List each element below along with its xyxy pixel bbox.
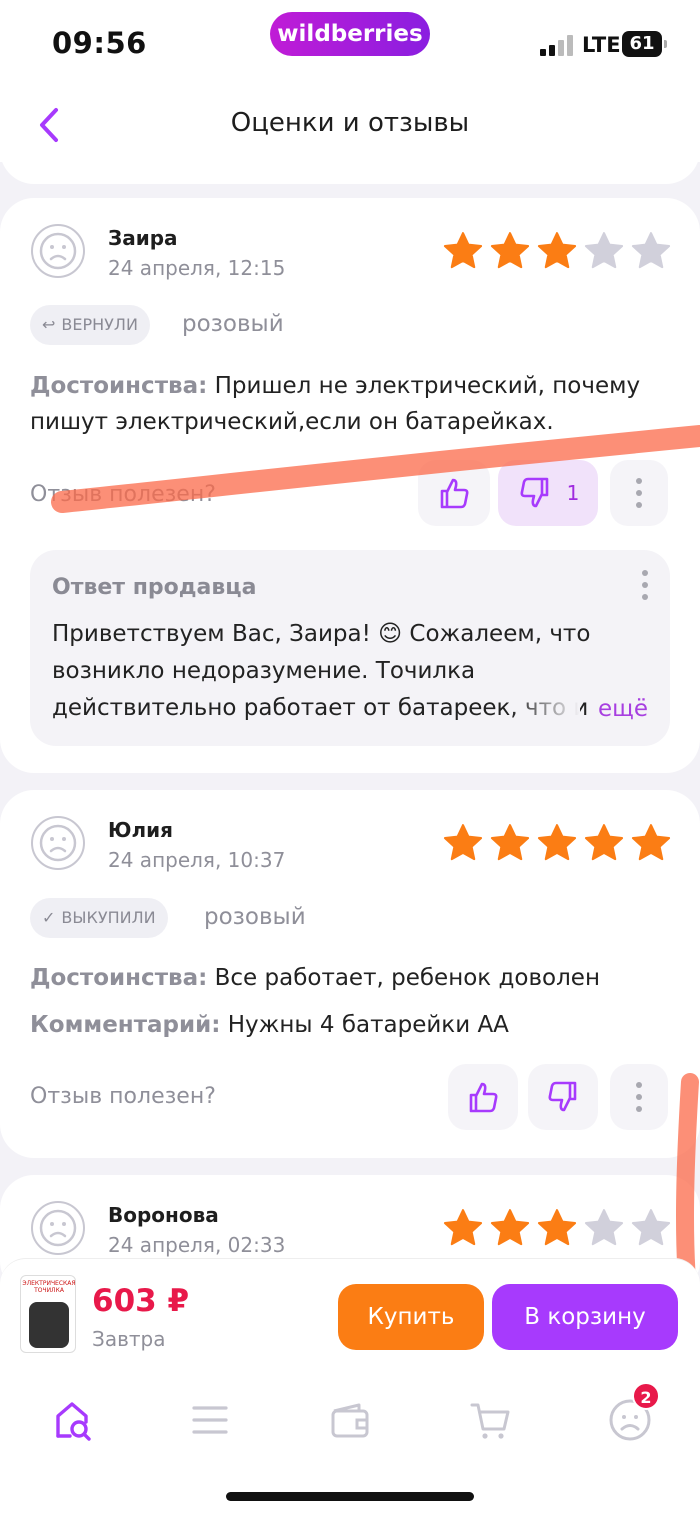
star-filled-icon [490, 232, 530, 269]
thumbs-down-icon [548, 1081, 577, 1112]
catalog-icon [192, 1406, 228, 1434]
comment-text: Нужны 4 батарейки АА [220, 1012, 509, 1038]
avatar-icon [31, 1201, 85, 1255]
product-image [29, 1302, 69, 1348]
signal-icon [540, 34, 576, 56]
delivery-date: Завтра [92, 1327, 166, 1351]
helpful-question: Отзыв полезен? [30, 482, 216, 507]
seller-reply: Ответ продавца Приветствуем Вас, Заира! … [30, 550, 670, 746]
star-filled-icon [631, 824, 671, 861]
star-filled-icon [443, 824, 483, 861]
previous-review-card [0, 150, 700, 184]
pros-text: Все работает, ребенок доволен [207, 965, 600, 991]
cart-icon [470, 1403, 510, 1439]
show-more-link[interactable]: ещё [598, 696, 648, 722]
thumbs-down-icon [520, 477, 548, 508]
product-thumbnail[interactable]: ЭЛЕКТРИЧЕСКАЯ ТОЧИЛКА [20, 1275, 76, 1353]
home-search-icon [56, 1402, 91, 1441]
review-date: 24 апреля, 02:33 [108, 1233, 286, 1257]
status-badge: ↩ ВЕРНУЛИ [30, 305, 150, 345]
star-filled-icon [537, 1209, 577, 1246]
battery-icon: 61 [622, 31, 667, 57]
rating-stars [442, 1207, 672, 1249]
review-author: Заира [108, 226, 178, 250]
dislike-button[interactable] [528, 1064, 598, 1130]
more-options-button[interactable] [610, 1064, 668, 1130]
rating-stars [442, 822, 672, 864]
star-empty-icon [584, 232, 624, 269]
thumbs-up-icon [469, 1082, 498, 1113]
star-filled-icon [490, 1209, 530, 1246]
review-pros: Достоинства: Все работает, ребенок довол… [30, 960, 670, 996]
tab-home[interactable] [42, 1390, 102, 1450]
product-thumbnail-label: ЭЛЕКТРИЧЕСКАЯ ТОЧИЛКА [22, 1280, 76, 1294]
like-button[interactable] [418, 460, 490, 526]
tab-cart[interactable] [460, 1390, 520, 1450]
review-author: Воронова [108, 1203, 219, 1227]
notification-badge: 2 [632, 1382, 660, 1410]
star-empty-icon [631, 232, 671, 269]
star-filled-icon [537, 232, 577, 269]
review-card: Заира 24 апреля, 12:15 ↩ ВЕРНУЛИ розовый… [0, 198, 700, 773]
star-filled-icon [584, 824, 624, 861]
purchase-bar: ЭЛЕКТРИЧЕСКАЯ ТОЧИЛКА 603 ₽ Завтра Купит… [0, 1258, 700, 1376]
like-button[interactable] [448, 1064, 518, 1130]
review-date: 24 апреля, 10:37 [108, 848, 286, 872]
star-filled-icon [490, 824, 530, 861]
comment-label: Комментарий: [30, 1012, 221, 1038]
wildberries-logo: wildberries [270, 12, 430, 56]
status-badge: ✓ ВЫКУПИЛИ [30, 898, 168, 938]
thumbs-up-icon [440, 478, 469, 509]
avatar-icon [31, 816, 85, 870]
product-variant: розовый [182, 311, 284, 337]
wallet-icon [331, 1403, 369, 1438]
star-filled-icon [537, 824, 577, 861]
network-type: LTE [582, 33, 621, 57]
review-pros: Достоинства: Пришел не электрический, по… [30, 368, 670, 440]
status-badge-label: ВЫКУПИЛИ [61, 908, 156, 927]
product-variant: розовый [204, 904, 306, 930]
rating-stars [442, 230, 672, 272]
star-filled-icon [443, 1209, 483, 1246]
tab-wallet[interactable] [320, 1390, 380, 1450]
return-icon: ↩ [42, 315, 56, 334]
review-author: Юлия [108, 818, 173, 842]
pros-label: Достоинства: [30, 373, 208, 399]
star-empty-icon [584, 1209, 624, 1246]
status-badge-label: ВЕРНУЛИ [61, 315, 138, 334]
dislike-count: 1 [566, 481, 580, 505]
tab-catalog[interactable] [180, 1390, 240, 1450]
check-icon: ✓ [42, 908, 56, 927]
more-dots-icon [636, 478, 642, 484]
status-time: 09:56 [52, 26, 147, 60]
reply-more-options-icon[interactable] [642, 570, 648, 600]
review-comment: Комментарий: Нужны 4 батарейки АА [30, 1007, 670, 1043]
status-bar: 09:56 wildberries LTE 61 [0, 0, 700, 90]
text-fade [510, 691, 580, 728]
star-empty-icon [631, 1209, 671, 1246]
product-price: 603 ₽ [92, 1283, 190, 1319]
more-options-button[interactable] [610, 460, 668, 526]
helpful-question: Отзыв полезен? [30, 1084, 216, 1109]
more-dots-icon [636, 1082, 642, 1088]
pros-label: Достоинства: [30, 965, 208, 991]
add-to-cart-button[interactable]: В корзину [492, 1284, 678, 1350]
tab-profile[interactable]: 2 [600, 1382, 660, 1450]
review-card: Юлия 24 апреля, 10:37 ✓ ВЫКУПИЛИ розовый… [0, 790, 700, 1158]
page-title: Оценки и отзывы [230, 108, 470, 138]
buy-button[interactable]: Купить [338, 1284, 484, 1350]
dislike-button[interactable]: 1 [498, 460, 598, 526]
home-indicator [226, 1492, 474, 1501]
avatar-icon [31, 224, 85, 278]
seller-reply-title: Ответ продавца [52, 575, 257, 600]
star-filled-icon [443, 232, 483, 269]
review-date: 24 апреля, 12:15 [108, 256, 286, 280]
